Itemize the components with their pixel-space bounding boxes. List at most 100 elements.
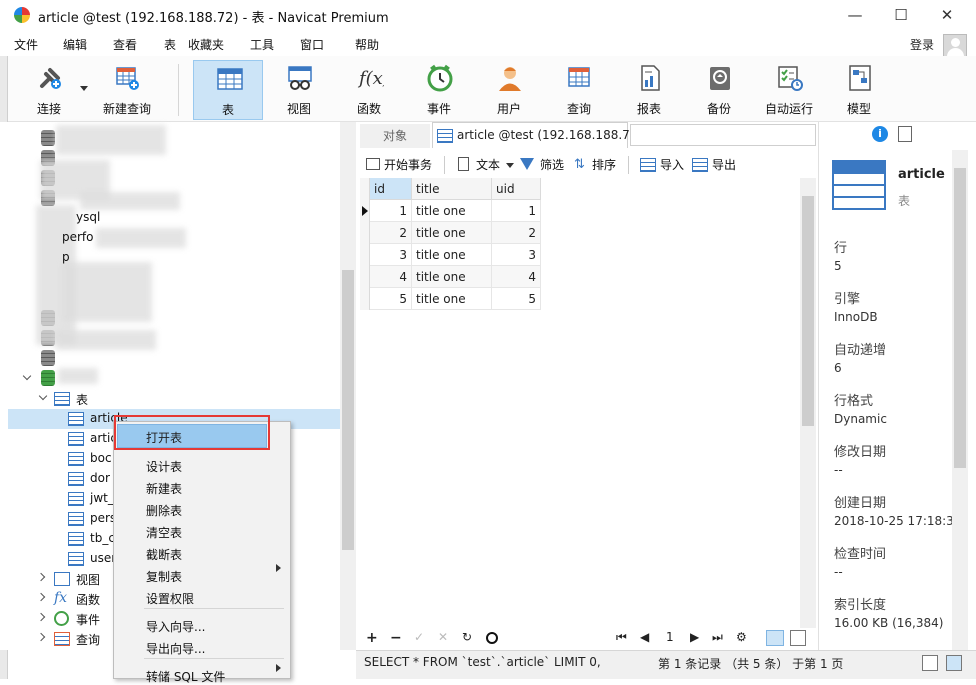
tree-table-item[interactable]: dor: [90, 471, 110, 485]
tree-db-label[interactable]: p: [62, 250, 70, 264]
grid-cell[interactable]: 4: [370, 266, 412, 288]
delete-record-icon[interactable]: −: [390, 630, 402, 646]
menu-truncate-table[interactable]: 截断表: [146, 546, 182, 563]
connect-dropdown-arrow-icon[interactable]: [80, 86, 88, 91]
grid-cell[interactable]: 5: [492, 288, 541, 310]
info-icon[interactable]: i: [872, 126, 888, 142]
import-button[interactable]: 导入: [660, 156, 684, 173]
grid-cell[interactable]: title one: [412, 200, 492, 222]
grid-cell[interactable]: 3: [492, 244, 541, 266]
page-number-field[interactable]: 1: [666, 630, 674, 644]
grid-cell[interactable]: 2: [492, 222, 541, 244]
report-button[interactable]: 报表: [614, 60, 684, 120]
grid-cell[interactable]: 2: [370, 222, 412, 244]
query-button[interactable]: 查询: [544, 60, 614, 120]
event-button[interactable]: 事件: [404, 60, 474, 120]
menu-delete-table[interactable]: 删除表: [146, 502, 182, 519]
grid-scrollbar-thumb[interactable]: [802, 196, 814, 426]
tree-db-label[interactable]: ysql: [76, 210, 100, 224]
menu-dump-sql[interactable]: 转储 SQL 文件: [146, 668, 225, 685]
tree-scrollbar-thumb[interactable]: [342, 270, 354, 550]
discard-icon[interactable]: ✕: [438, 630, 448, 644]
tab-article[interactable]: article @test (192.168.188.7...: [432, 122, 641, 148]
menu-duplicate-table[interactable]: 复制表: [146, 568, 182, 585]
tree-group-views[interactable]: 视图: [76, 571, 100, 588]
column-header-id[interactable]: id: [370, 178, 412, 200]
text-dropdown-arrow-icon[interactable]: [506, 163, 514, 168]
view-button[interactable]: 视图: [264, 60, 334, 120]
menu-set-permissions[interactable]: 设置权限: [146, 590, 194, 607]
grid-cell[interactable]: 5: [370, 288, 412, 310]
sort-button[interactable]: 排序: [592, 156, 616, 173]
login-link[interactable]: 登录: [910, 36, 934, 53]
table-button[interactable]: 表: [193, 60, 263, 120]
add-record-icon[interactable]: +: [366, 630, 378, 646]
grid-cell[interactable]: title one: [412, 266, 492, 288]
filter-icon: [520, 158, 534, 170]
avatar-icon[interactable]: [943, 34, 967, 58]
model-button[interactable]: 模型: [824, 60, 894, 120]
form-view-icon[interactable]: [790, 630, 806, 646]
next-page-icon[interactable]: ▶: [690, 630, 699, 644]
new-query-button[interactable]: 新建查询: [92, 60, 162, 120]
tree-group-queries[interactable]: 查询: [76, 631, 100, 648]
backup-button[interactable]: 备份: [684, 60, 754, 120]
menu-design-table[interactable]: 设计表: [146, 458, 182, 475]
info-scrollbar-thumb[interactable]: [954, 168, 966, 468]
menu-favorites[interactable]: 收藏夹: [188, 36, 224, 53]
menu-window[interactable]: 窗口: [300, 36, 324, 53]
menu-empty-table[interactable]: 清空表: [146, 524, 182, 541]
menu-export-wizard[interactable]: 导出向导...: [146, 640, 205, 657]
tree-table-item[interactable]: tb_c: [90, 531, 115, 545]
function-button[interactable]: f(x) 函数: [334, 60, 404, 120]
begin-transaction-button[interactable]: 开始事务: [384, 156, 432, 173]
menu-edit[interactable]: 编辑: [63, 36, 87, 53]
menu-new-table[interactable]: 新建表: [146, 480, 182, 497]
toolbar-separator: [444, 156, 445, 174]
last-page-icon[interactable]: ⏭: [712, 630, 723, 645]
grid-cell[interactable]: title one: [412, 244, 492, 266]
minimize-button[interactable]: —: [832, 0, 878, 30]
tree-group-functions[interactable]: 函数: [76, 591, 100, 608]
panel-toggle-icon[interactable]: [922, 655, 938, 671]
active-database-icon[interactable]: [41, 370, 55, 386]
apply-icon[interactable]: ✓: [414, 630, 424, 644]
previous-page-icon[interactable]: ◀: [640, 630, 649, 644]
schedule-button[interactable]: 自动运行: [754, 60, 824, 120]
menu-tools[interactable]: 工具: [250, 36, 274, 53]
filter-button[interactable]: 筛选: [540, 156, 564, 173]
tree-tables-group[interactable]: 表: [76, 391, 88, 408]
info-label: 引擎: [834, 292, 861, 307]
first-page-icon[interactable]: ⏮: [616, 630, 627, 645]
menu-view[interactable]: 查看: [113, 36, 137, 53]
close-button[interactable]: ✕: [924, 0, 970, 30]
refresh-icon[interactable]: ↻: [462, 630, 472, 644]
grid-cell[interactable]: 1: [492, 200, 541, 222]
grid-cell[interactable]: 3: [370, 244, 412, 266]
grid-view-icon[interactable]: [766, 630, 784, 646]
export-button[interactable]: 导出: [712, 156, 736, 173]
menu-table[interactable]: 表: [164, 36, 176, 53]
tab-objects[interactable]: 对象: [360, 124, 430, 148]
tree-table-item[interactable]: boc: [90, 451, 112, 465]
grid-cell[interactable]: title one: [412, 288, 492, 310]
connect-button[interactable]: 连接: [14, 60, 84, 120]
user-button[interactable]: 用户: [474, 60, 544, 120]
stop-icon[interactable]: [486, 632, 498, 644]
tree-table-item[interactable]: jwt_: [90, 491, 114, 505]
grid-cell[interactable]: 4: [492, 266, 541, 288]
grid-cell[interactable]: title one: [412, 222, 492, 244]
text-button[interactable]: 文本: [476, 156, 500, 173]
settings-gear-icon[interactable]: ⚙: [736, 630, 747, 644]
menu-import-wizard[interactable]: 导入向导...: [146, 618, 205, 635]
column-header-uid[interactable]: uid: [492, 178, 541, 200]
menu-file[interactable]: 文件: [14, 36, 38, 53]
ddl-icon[interactable]: [898, 126, 912, 142]
tree-db-label[interactable]: perfo: [62, 230, 94, 244]
tree-group-events[interactable]: 事件: [76, 611, 100, 628]
column-header-title[interactable]: title: [412, 178, 492, 200]
menu-help[interactable]: 帮助: [355, 36, 379, 53]
maximize-button[interactable]: ☐: [878, 0, 924, 30]
grid-cell[interactable]: 1: [370, 200, 412, 222]
panel-toggle-icon[interactable]: [946, 655, 962, 671]
